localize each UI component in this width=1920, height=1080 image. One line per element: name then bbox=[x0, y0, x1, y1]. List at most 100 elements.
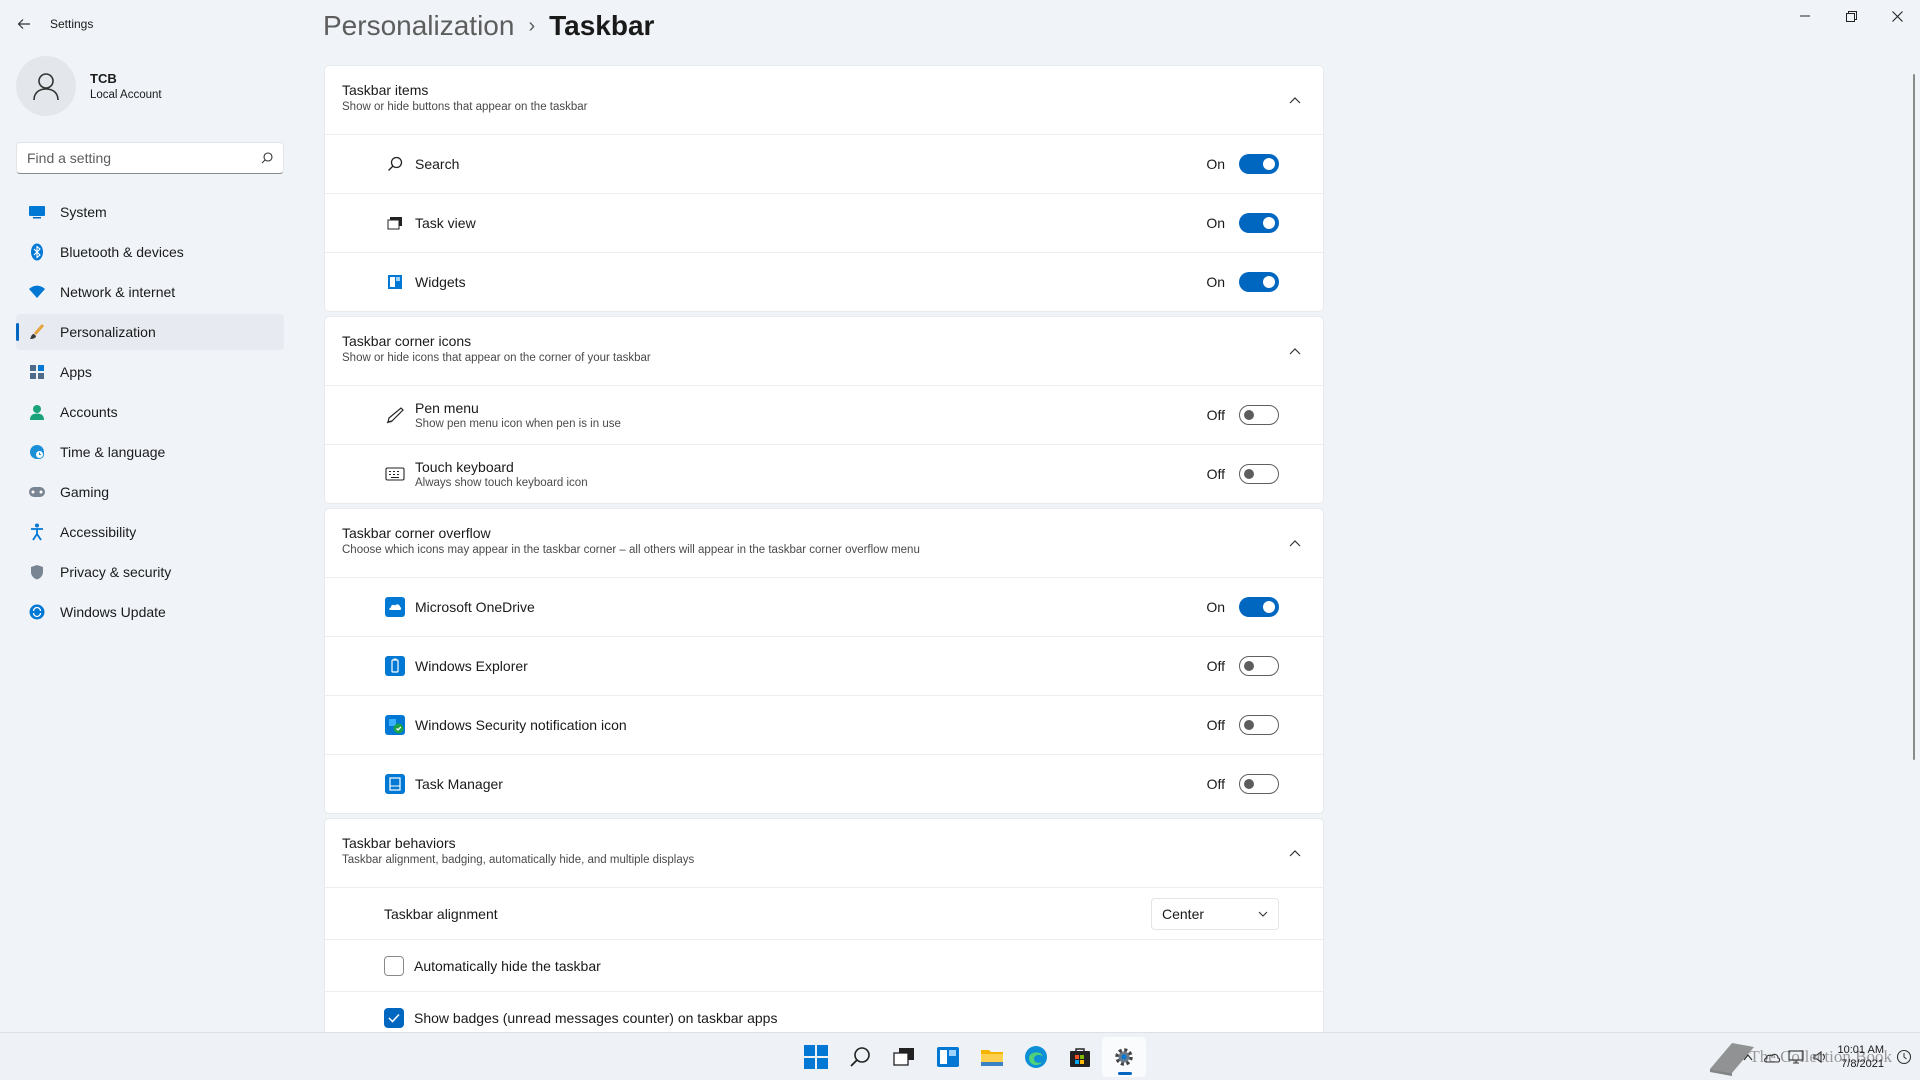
user-profile[interactable]: TCB Local Account bbox=[16, 56, 162, 116]
group-title: Taskbar items bbox=[342, 82, 429, 98]
windows-explorer-toggle[interactable] bbox=[1239, 656, 1279, 676]
vertical-scrollbar[interactable] bbox=[1913, 74, 1915, 760]
profile-account-type: Local Account bbox=[90, 89, 162, 101]
sidebar-item-gaming[interactable]: Gaming bbox=[16, 474, 284, 510]
setting-row-taskbar-alignment: Taskbar alignment Center bbox=[325, 887, 1323, 939]
breadcrumb-parent-link[interactable]: Personalization bbox=[323, 10, 514, 42]
taskbar-store-button[interactable] bbox=[1058, 1037, 1102, 1077]
chevron-up-icon bbox=[1289, 540, 1301, 547]
file-explorer-icon bbox=[981, 1050, 1003, 1066]
settings-search[interactable] bbox=[16, 142, 284, 174]
volume-tray-icon[interactable] bbox=[1810, 1047, 1830, 1067]
touch-keyboard-toggle[interactable] bbox=[1239, 464, 1279, 484]
overflow-chevron-up-icon[interactable] bbox=[1738, 1047, 1758, 1067]
setting-row-touch-keyboard: Touch keyboard Always show touch keyboar… bbox=[325, 444, 1323, 503]
restore-button[interactable] bbox=[1828, 0, 1874, 32]
taskbar-apps bbox=[794, 1037, 1146, 1077]
sidebar-item-system[interactable]: System bbox=[16, 194, 284, 230]
sidebar-item-label: Accessibility bbox=[60, 524, 137, 540]
start-button[interactable] bbox=[794, 1037, 838, 1077]
minimize-button[interactable] bbox=[1782, 0, 1828, 32]
toggle-state-label: Off bbox=[1206, 658, 1225, 674]
setting-label: Widgets bbox=[415, 274, 466, 290]
back-arrow-icon bbox=[17, 19, 30, 29]
setting-row-windows-explorer: Windows Explorer Off bbox=[325, 636, 1323, 695]
breadcrumb-separator: › bbox=[528, 14, 536, 37]
chevron-down-icon bbox=[1258, 911, 1268, 917]
setting-description: Show pen menu icon when pen is in use bbox=[415, 418, 621, 430]
taskbar-items-header[interactable]: Taskbar items Show or hide buttons that … bbox=[325, 66, 1323, 134]
badges-checkbox[interactable] bbox=[384, 1007, 404, 1028]
onedrive-icon bbox=[384, 596, 406, 618]
store-icon bbox=[1070, 1048, 1090, 1067]
taskbar-behaviors-header[interactable]: Taskbar behaviors Taskbar alignment, bad… bbox=[325, 819, 1323, 887]
group-title: Taskbar corner icons bbox=[342, 333, 472, 349]
back-button[interactable] bbox=[12, 12, 36, 36]
group-subtitle: Show or hide icons that appear on the co… bbox=[342, 352, 651, 364]
sidebar-item-time-language[interactable]: Time & language bbox=[16, 434, 284, 470]
setting-row-pen-menu: Pen menu Show pen menu icon when pen is … bbox=[325, 385, 1323, 444]
taskbar-widgets-button[interactable] bbox=[926, 1037, 970, 1077]
toggle-state-label: On bbox=[1206, 156, 1225, 172]
search-toggle[interactable] bbox=[1239, 154, 1279, 174]
toggle-state-label: On bbox=[1206, 215, 1225, 231]
sidebar-item-label: Network & internet bbox=[60, 284, 176, 300]
settings-content: Taskbar items Show or hide buttons that … bbox=[324, 65, 1324, 1048]
group-subtitle: Choose which icons may appear in the tas… bbox=[342, 544, 920, 556]
task-view-toggle[interactable] bbox=[1239, 213, 1279, 233]
sidebar-item-bluetooth[interactable]: Bluetooth & devices bbox=[16, 234, 284, 270]
sidebar-nav: System Bluetooth & devices Network & int… bbox=[16, 194, 284, 634]
gamepad-icon bbox=[28, 483, 46, 501]
window-controls bbox=[1782, 0, 1920, 32]
taskbar-items-group: Taskbar items Show or hide buttons that … bbox=[324, 65, 1324, 312]
taskbar-file-explorer-button[interactable] bbox=[970, 1037, 1014, 1077]
taskbar-alignment-dropdown[interactable]: Center bbox=[1151, 897, 1279, 930]
close-icon bbox=[1891, 10, 1903, 22]
page-title: Taskbar bbox=[549, 10, 655, 41]
task-manager-toggle[interactable] bbox=[1239, 774, 1279, 794]
taskbar-edge-button[interactable] bbox=[1014, 1037, 1058, 1077]
sidebar-item-network[interactable]: Network & internet bbox=[16, 274, 284, 310]
toggle-state-label: On bbox=[1206, 599, 1225, 615]
sidebar-item-accessibility[interactable]: Accessibility bbox=[16, 514, 284, 550]
toggle-state-label: Off bbox=[1206, 776, 1225, 792]
focus-assist-icon[interactable] bbox=[1894, 1047, 1914, 1067]
taskbar-settings-button[interactable] bbox=[1102, 1037, 1146, 1077]
sidebar-item-label: Gaming bbox=[60, 484, 110, 500]
windows-security-toggle[interactable] bbox=[1239, 715, 1279, 735]
setting-row-search: Search On bbox=[325, 134, 1323, 193]
onedrive-tray-icon[interactable] bbox=[1762, 1047, 1782, 1067]
system-tray: 10:01 AM 7/8/2021 bbox=[1736, 1033, 1920, 1080]
chevron-up-icon bbox=[1289, 850, 1301, 857]
taskbar-corner-overflow-header[interactable]: Taskbar corner overflow Choose which ico… bbox=[325, 509, 1323, 577]
setting-label: Search bbox=[415, 156, 460, 172]
sidebar-item-personalization[interactable]: Personalization bbox=[16, 314, 284, 350]
group-title: Taskbar corner overflow bbox=[342, 525, 491, 541]
taskbar-search-button[interactable] bbox=[838, 1037, 882, 1077]
sidebar-item-accounts[interactable]: Accounts bbox=[16, 394, 284, 430]
sidebar-item-label: System bbox=[60, 204, 107, 220]
pen-menu-toggle[interactable] bbox=[1239, 405, 1279, 425]
widgets-icon bbox=[384, 271, 406, 293]
taskbar-corner-icons-header[interactable]: Taskbar corner icons Show or hide icons … bbox=[325, 317, 1323, 385]
autohide-checkbox[interactable] bbox=[384, 955, 404, 976]
avatar bbox=[16, 56, 76, 116]
clock-time: 10:01 AM bbox=[1837, 1044, 1884, 1056]
close-button[interactable] bbox=[1874, 0, 1920, 32]
widgets-toggle[interactable] bbox=[1239, 272, 1279, 292]
search-input[interactable] bbox=[27, 150, 261, 166]
minimize-icon bbox=[1800, 15, 1810, 17]
onedrive-toggle[interactable] bbox=[1239, 597, 1279, 617]
checkmark-icon bbox=[388, 1013, 400, 1023]
taskbar-clock[interactable]: 10:01 AM 7/8/2021 bbox=[1838, 1043, 1884, 1071]
setting-row-windows-security: Windows Security notification icon Off bbox=[325, 695, 1323, 754]
app-title: Settings bbox=[50, 17, 94, 31]
taskbar-task-view-button[interactable] bbox=[882, 1037, 926, 1077]
network-tray-icon[interactable] bbox=[1786, 1047, 1806, 1067]
sidebar-item-privacy[interactable]: Privacy & security bbox=[16, 554, 284, 590]
search-icon bbox=[850, 1047, 870, 1067]
sidebar-item-label: Windows Update bbox=[60, 604, 166, 620]
sidebar-item-windows-update[interactable]: Windows Update bbox=[16, 594, 284, 630]
sidebar-item-apps[interactable]: Apps bbox=[16, 354, 284, 390]
bluetooth-icon bbox=[28, 243, 46, 261]
